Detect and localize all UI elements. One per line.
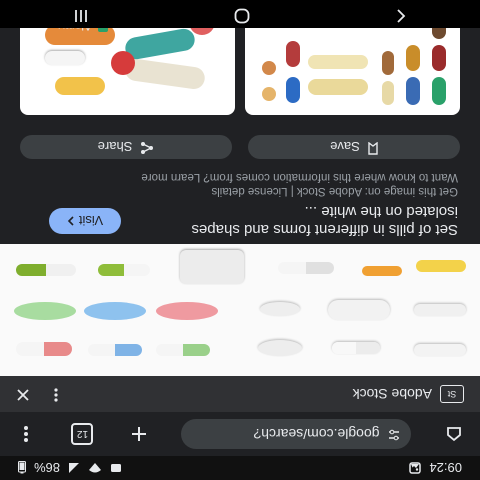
address-bar[interactable]: google.com/search?: [181, 419, 412, 449]
recent-apps-icon[interactable]: [73, 5, 89, 24]
pill-image: [258, 340, 302, 356]
battery-percent: 86%: [34, 460, 61, 476]
status-bar: 09:24 86%: [0, 456, 480, 480]
pill-image: [328, 300, 390, 320]
pill-image: [98, 264, 150, 276]
home-nav-icon[interactable]: [234, 4, 250, 25]
pill-image: [156, 302, 218, 320]
signal-icon: [68, 462, 80, 474]
pill-image: [84, 302, 146, 320]
close-icon[interactable]: [16, 386, 30, 403]
share-label: Share: [97, 139, 133, 155]
pill-image: [16, 264, 76, 276]
pill-image: [88, 344, 142, 356]
back-icon[interactable]: [395, 5, 407, 24]
clock: 09:24: [429, 460, 462, 476]
preview-header: St Adobe Stock: [0, 376, 480, 412]
url-text[interactable]: google.com/search?: [253, 426, 379, 442]
pill-image: [16, 342, 72, 356]
license-line[interactable]: Get this image on: Adobe Stock | License…: [18, 184, 458, 198]
pill-image: [156, 344, 210, 356]
new-tab-icon[interactable]: [125, 420, 153, 448]
pill-image: [416, 260, 466, 272]
chevron-right-icon: [67, 214, 75, 229]
more-menu-icon[interactable]: [12, 420, 40, 448]
screen: 09:24 86% google.com/search? 12 St Adobe…: [0, 0, 480, 480]
pill-image: [278, 262, 334, 274]
bookmark-icon: [368, 139, 378, 155]
battery-icon: [18, 461, 26, 475]
image-notification-icon: [409, 462, 422, 474]
source-name: Adobe Stock: [352, 386, 432, 402]
more-options-icon[interactable]: [54, 386, 58, 403]
save-label: Save: [330, 139, 360, 155]
visit-label: Visit: [78, 213, 104, 229]
tabs-button[interactable]: 12: [69, 420, 97, 448]
pill-image: [332, 342, 380, 354]
pill-image: [362, 266, 402, 276]
home-icon[interactable]: [440, 420, 468, 448]
source-label[interactable]: St Adobe Stock: [353, 385, 464, 403]
adobe-stock-logo-icon: St: [440, 385, 464, 403]
message-icon: [110, 462, 122, 474]
visit-button[interactable]: Visit: [49, 208, 121, 234]
save-button[interactable]: Save: [248, 135, 460, 159]
pill-image: [14, 302, 76, 320]
pill-image: [260, 302, 300, 316]
image-title[interactable]: Set of pills in different forms and shap…: [148, 202, 458, 238]
wifi-icon: [88, 462, 102, 474]
pill-image: [180, 250, 244, 284]
pill-image: [414, 304, 466, 316]
site-settings-icon[interactable]: [388, 426, 402, 443]
browser-toolbar: google.com/search? 12: [0, 412, 480, 456]
share-button[interactable]: Share: [20, 135, 232, 159]
android-navigation-bar: [0, 0, 480, 28]
tab-count: 12: [71, 423, 94, 445]
pill-image: [414, 344, 466, 356]
credit-text: Get this image on: Adobe Stock | License…: [18, 170, 458, 198]
learn-more-line[interactable]: Want to know where this information come…: [18, 170, 458, 184]
share-icon: [140, 139, 154, 156]
